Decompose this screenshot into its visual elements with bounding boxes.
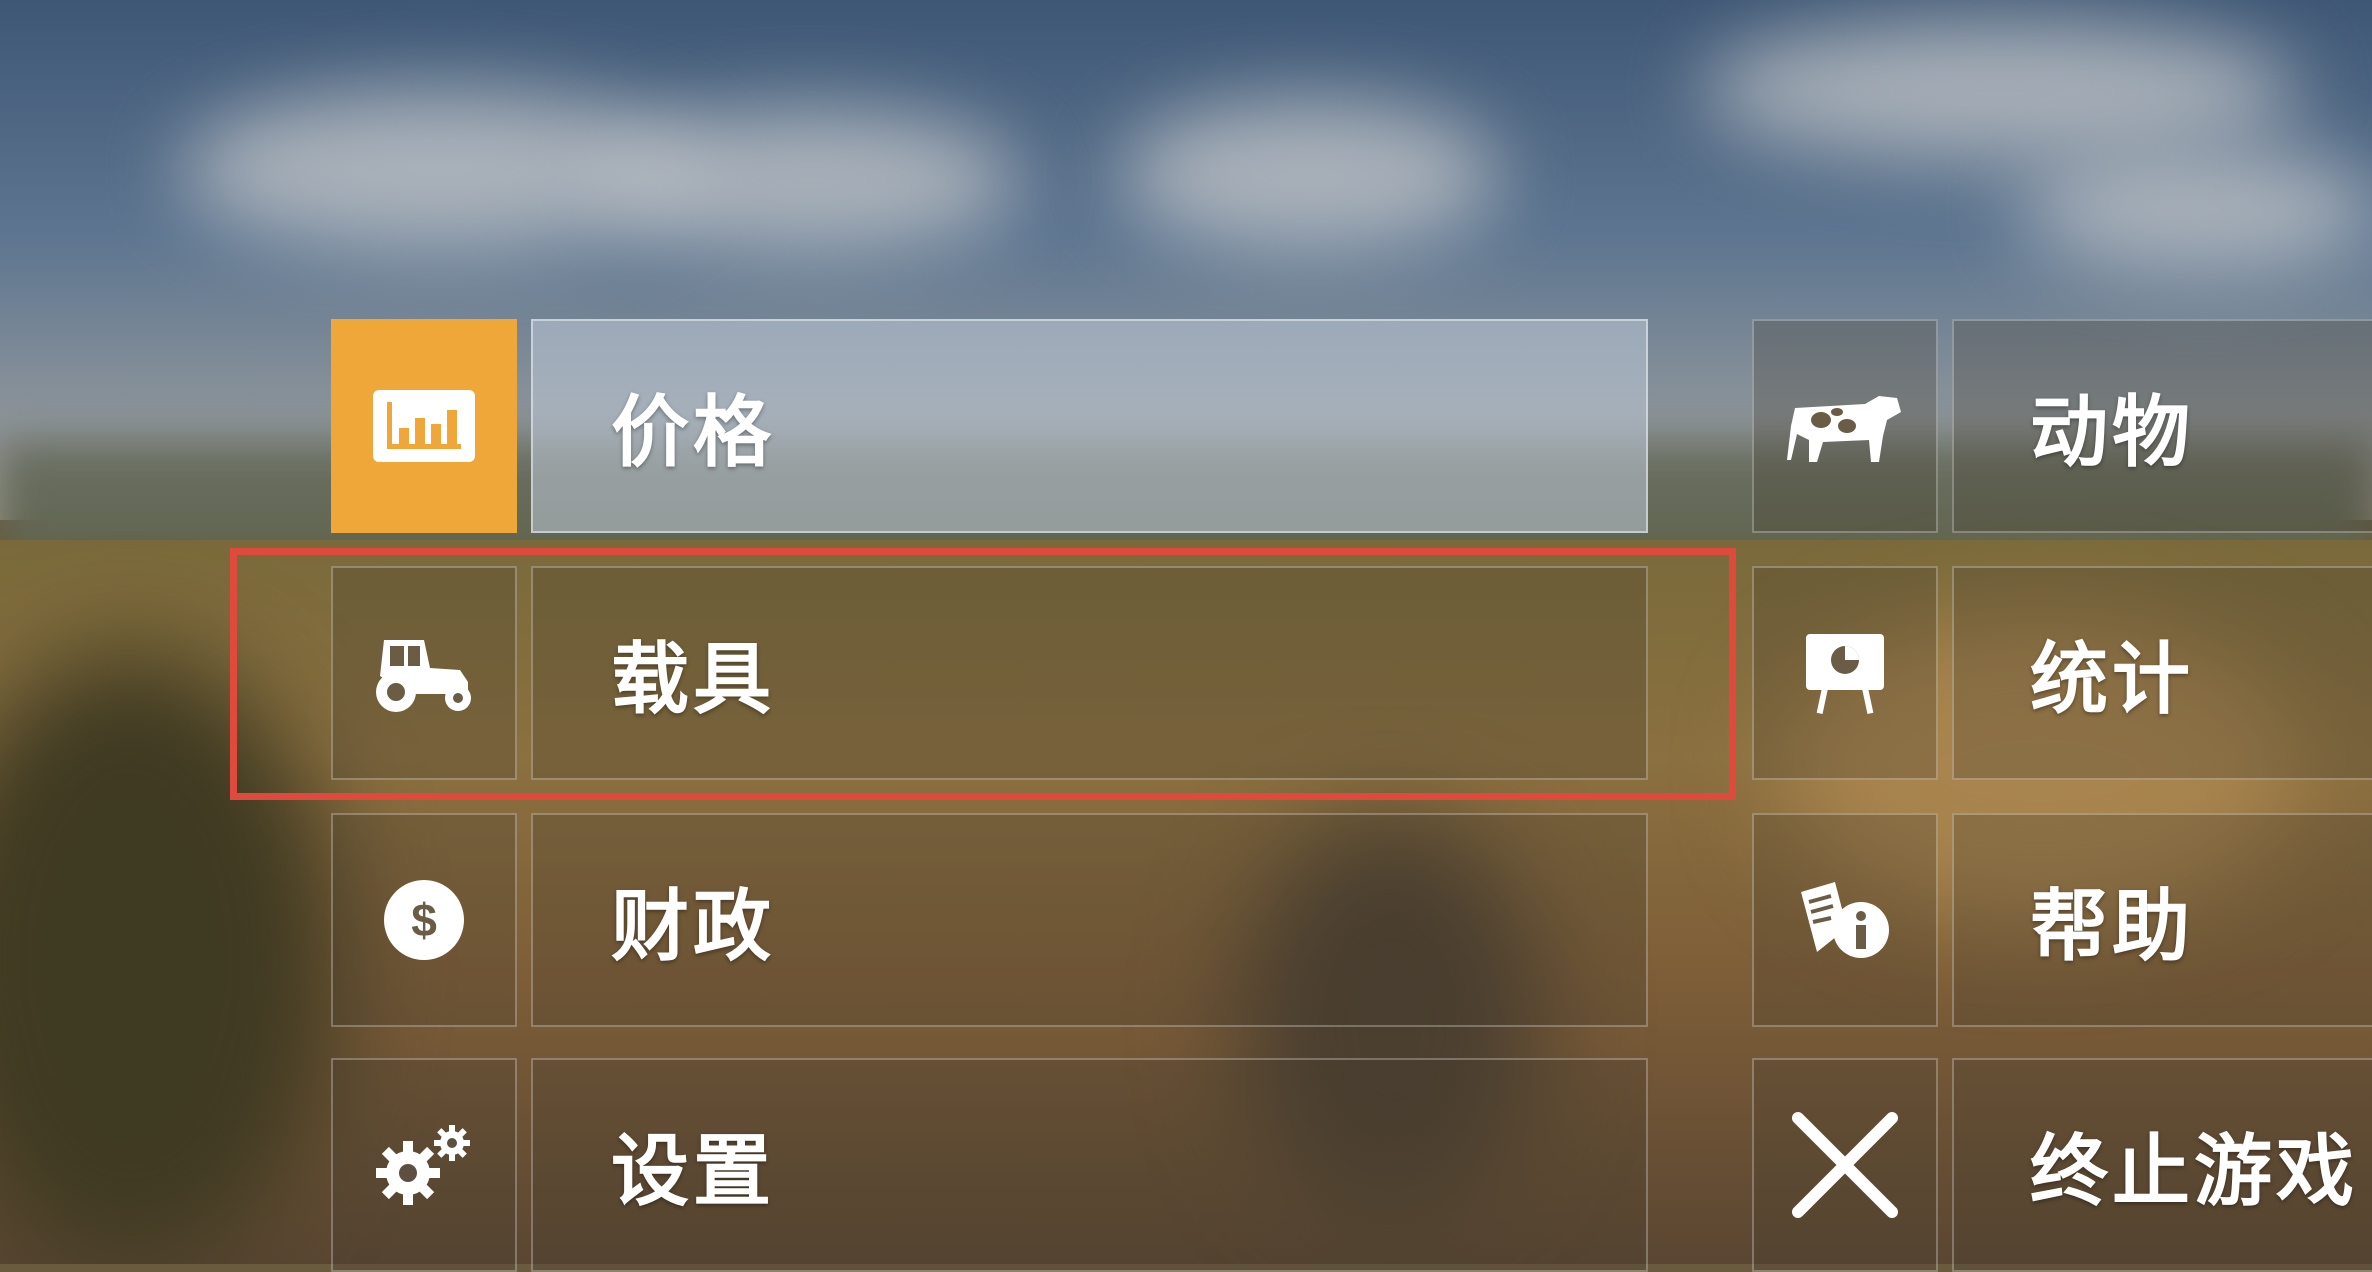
menu-item-quit-icon-tile[interactable] — [1752, 1058, 1938, 1272]
menu-item-finances-icon-tile[interactable]: $ — [331, 813, 517, 1027]
menu-item-animals-icon-tile[interactable] — [1752, 319, 1938, 533]
menu-item-label: 帮助 — [2030, 882, 2195, 972]
menu-item-label: 财政 — [611, 882, 776, 972]
statistics-board-icon — [1806, 634, 1884, 715]
menu-item-settings[interactable]: 设置 — [531, 1058, 1648, 1272]
menu-item-prices[interactable]: 价格 — [531, 319, 1648, 533]
menu-item-label: 价格 — [611, 388, 776, 478]
menu-item-animals[interactable]: 动物 — [1952, 319, 2372, 533]
menu-item-settings-icon-tile[interactable] — [331, 1058, 517, 1272]
menu-item-statistics-icon-tile[interactable] — [1752, 566, 1938, 780]
price-chart-icon — [373, 390, 475, 462]
menu-item-label: 终止游戏 — [2030, 1127, 2359, 1217]
help-info-icon — [1801, 882, 1889, 958]
menu-item-quit[interactable]: 终止游戏 — [1952, 1058, 2372, 1272]
menu-item-label: 设置 — [611, 1127, 776, 1217]
menu-item-statistics[interactable]: 统计 — [1952, 566, 2372, 780]
cow-icon — [1787, 396, 1901, 462]
svg-text:$: $ — [411, 894, 437, 946]
dollar-coin-icon: $ — [384, 880, 464, 960]
menu-item-help[interactable]: 帮助 — [1952, 813, 2372, 1027]
menu-item-finances[interactable]: 财政 — [531, 813, 1648, 1027]
menu-item-help-icon-tile[interactable] — [1752, 813, 1938, 1027]
close-x-icon — [1792, 1112, 1898, 1218]
highlight-box — [230, 548, 1736, 800]
gears-icon — [376, 1125, 470, 1205]
menu-item-label: 动物 — [2030, 388, 2195, 478]
menu-item-prices-icon-tile[interactable] — [331, 319, 517, 533]
menu-item-label: 统计 — [2030, 635, 2195, 725]
